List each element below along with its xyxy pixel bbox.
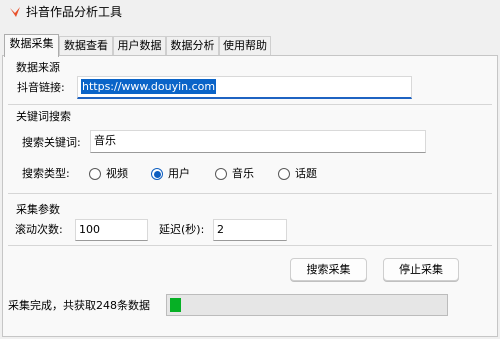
params-group-title: 采集参数 [16, 203, 60, 216]
params-group-divider [8, 245, 492, 246]
status-message: 采集完成，共获取248条数据 [8, 299, 150, 312]
progress-bar [166, 294, 448, 316]
search-collect-button[interactable]: 搜索采集 [290, 258, 367, 281]
radio-user-label[interactable]: 用户 [168, 167, 190, 181]
source-group-divider [8, 104, 492, 105]
progress-fill [170, 298, 181, 312]
delay-label: 延迟(秒): [159, 223, 205, 236]
search-type-label: 搜索类型: [22, 167, 70, 180]
title-bar: 抖音作品分析工具 [0, 0, 500, 28]
source-group-title: 数据来源 [16, 61, 60, 74]
scroll-count-label: 滚动次数: [15, 223, 63, 236]
keyword-input[interactable]: 音乐 [90, 130, 426, 153]
tab-data-view[interactable]: 数据查看 [59, 36, 113, 56]
douyin-link-input[interactable]: https://www.douyin.com [77, 76, 412, 99]
stop-collect-button[interactable]: 停止采集 [383, 258, 459, 281]
keyword-label: 搜索关键词: [22, 136, 81, 149]
radio-music[interactable] [215, 168, 227, 180]
tab-user-data[interactable]: 用户数据 [113, 36, 166, 56]
radio-user[interactable] [151, 168, 163, 180]
tab-help[interactable]: 使用帮助 [219, 36, 271, 56]
app-logo-icon [10, 7, 20, 17]
radio-music-label[interactable]: 音乐 [232, 167, 254, 181]
radio-topic-label[interactable]: 话题 [295, 167, 317, 181]
radio-topic[interactable] [278, 168, 290, 180]
tab-data-collect[interactable]: 数据采集 [4, 34, 59, 57]
radio-video-label[interactable]: 视频 [106, 167, 128, 181]
douyin-link-label: 抖音链接: [17, 81, 65, 94]
window-title: 抖音作品分析工具 [26, 5, 123, 19]
douyin-link-value: https://www.douyin.com [81, 79, 217, 94]
scroll-count-input[interactable]: 100 [75, 219, 148, 241]
keyword-group-divider [8, 193, 492, 194]
delay-input[interactable]: 2 [213, 219, 287, 241]
tab-data-analysis[interactable]: 数据分析 [166, 36, 219, 56]
keyword-group-title: 关键词搜索 [16, 110, 71, 123]
radio-video[interactable] [89, 168, 101, 180]
